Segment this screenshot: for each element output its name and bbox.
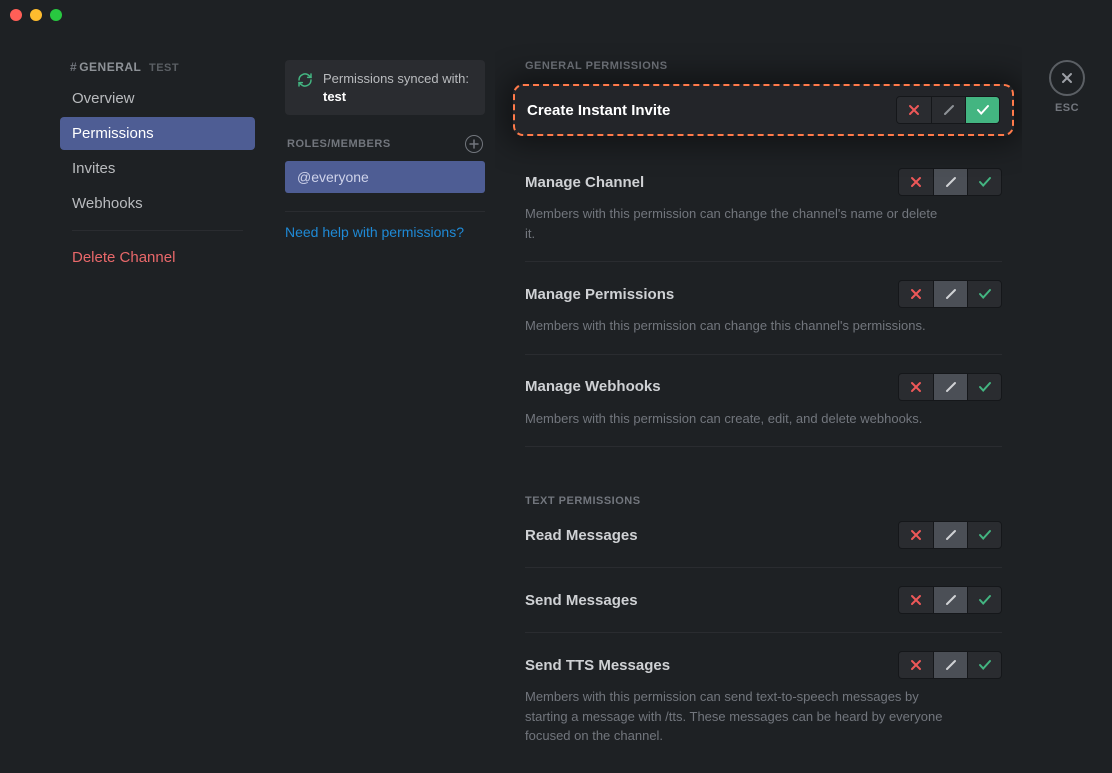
perm-allow-manage-webhooks[interactable] [967, 374, 1001, 400]
perm-divider [525, 354, 1002, 355]
close-button[interactable] [1049, 60, 1085, 96]
perm-toggle-create-invite [896, 96, 1000, 124]
perm-neutral-send-tts[interactable] [933, 652, 967, 678]
window-titlebar [0, 0, 1112, 30]
perm-divider [525, 261, 1002, 262]
perm-desc-send-tts: Members with this permission can send te… [525, 687, 945, 746]
perm-divider [525, 632, 1002, 633]
mid-divider [285, 211, 485, 212]
perm-deny-manage-webhooks[interactable] [899, 374, 933, 400]
perm-neutral-manage-permissions[interactable] [933, 281, 967, 307]
section-header-general: GENERAL PERMISSIONS [525, 60, 1002, 72]
perm-allow-manage-permissions[interactable] [967, 281, 1001, 307]
perm-allow-read-messages[interactable] [967, 522, 1001, 548]
sync-server-name: test [323, 89, 346, 104]
perm-toggle-send-messages [898, 586, 1002, 614]
perm-title-manage-channel: Manage Channel [525, 174, 644, 191]
perm-neutral-send-messages[interactable] [933, 587, 967, 613]
perm-deny-send-messages[interactable] [899, 587, 933, 613]
perm-desc-manage-permissions: Members with this permission can change … [525, 316, 945, 336]
sync-status-box: Permissions synced with: test [285, 60, 485, 115]
perm-deny-send-tts[interactable] [899, 652, 933, 678]
perm-deny-read-messages[interactable] [899, 522, 933, 548]
sync-icon [297, 72, 313, 88]
perm-allow-send-tts[interactable] [967, 652, 1001, 678]
perm-title-read-messages: Read Messages [525, 527, 638, 544]
add-role-button[interactable] [465, 135, 483, 153]
close-label: ESC [1055, 102, 1079, 114]
perm-neutral-manage-channel[interactable] [933, 169, 967, 195]
perm-title-manage-webhooks: Manage Webhooks [525, 378, 661, 395]
perm-neutral-create-invite[interactable] [931, 97, 965, 123]
highlighted-permission-row: Create Instant Invite [513, 84, 1014, 136]
perm-title-send-tts: Send TTS Messages [525, 657, 670, 674]
roles-column: Permissions synced with: test ROLES/MEMB… [265, 30, 495, 773]
perm-allow-send-messages[interactable] [967, 587, 1001, 613]
close-column: ESC [1022, 30, 1112, 773]
perm-desc-manage-webhooks: Members with this permission can create,… [525, 409, 945, 429]
settings-sidebar: #GENERAL TEST Overview Permissions Invit… [0, 30, 265, 773]
perm-title-send-messages: Send Messages [525, 592, 638, 609]
perm-toggle-manage-channel [898, 168, 1002, 196]
sidebar-item-permissions[interactable]: Permissions [60, 117, 255, 150]
perm-neutral-manage-webhooks[interactable] [933, 374, 967, 400]
role-everyone[interactable]: @everyone [285, 161, 485, 193]
sidebar-item-delete-channel[interactable]: Delete Channel [60, 241, 255, 274]
perm-desc-manage-channel: Members with this permission can change … [525, 204, 945, 243]
perm-divider [525, 446, 1002, 447]
permissions-help-link[interactable]: Need help with permissions? [285, 224, 485, 240]
hash-icon: # [70, 60, 77, 74]
perm-allow-manage-channel[interactable] [967, 169, 1001, 195]
sidebar-divider [72, 230, 243, 231]
perm-toggle-send-tts [898, 651, 1002, 679]
perm-title-manage-permissions: Manage Permissions [525, 286, 674, 303]
window-minimize-dot[interactable] [30, 9, 42, 21]
perm-toggle-read-messages [898, 521, 1002, 549]
perm-title-create-invite: Create Instant Invite [527, 102, 670, 119]
perm-neutral-read-messages[interactable] [933, 522, 967, 548]
window-maximize-dot[interactable] [50, 9, 62, 21]
sidebar-channel-header: #GENERAL TEST [0, 60, 265, 82]
sidebar-item-overview[interactable]: Overview [60, 82, 255, 115]
perm-divider [525, 567, 1002, 568]
section-header-text: TEXT PERMISSIONS [525, 495, 1002, 507]
permissions-panel: GENERAL PERMISSIONS Create Instant Invit… [495, 30, 1022, 773]
perm-allow-create-invite[interactable] [965, 97, 999, 123]
perm-toggle-manage-webhooks [898, 373, 1002, 401]
perm-deny-create-invite[interactable] [897, 97, 931, 123]
roles-members-header: ROLES/MEMBERS [287, 138, 391, 150]
perm-deny-manage-channel[interactable] [899, 169, 933, 195]
window-close-dot[interactable] [10, 9, 22, 21]
sync-label: Permissions synced with: [323, 71, 469, 86]
sidebar-item-invites[interactable]: Invites [60, 152, 255, 185]
perm-toggle-manage-permissions [898, 280, 1002, 308]
sidebar-item-webhooks[interactable]: Webhooks [60, 187, 255, 220]
perm-deny-manage-permissions[interactable] [899, 281, 933, 307]
